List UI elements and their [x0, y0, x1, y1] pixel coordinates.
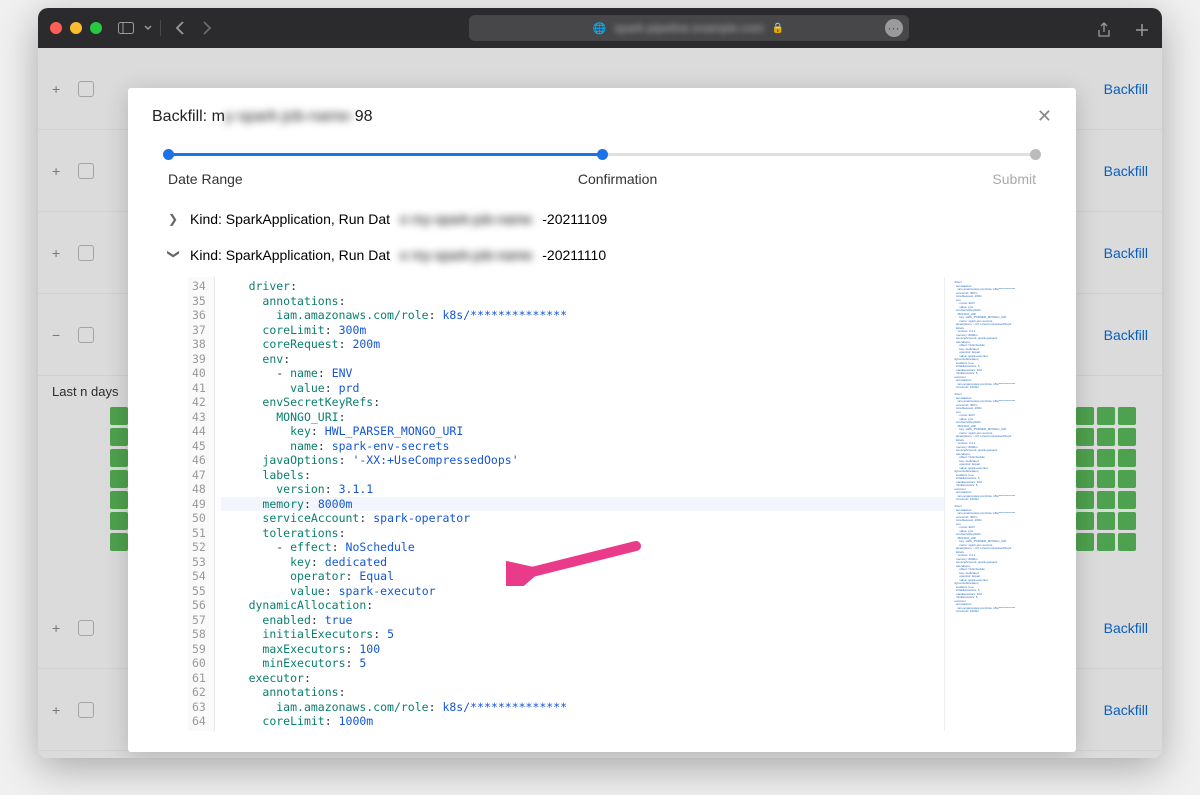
sidebar-icon[interactable]: [114, 16, 138, 40]
new-tab-icon[interactable]: [1130, 18, 1154, 42]
chevron-down-icon: ❯: [167, 249, 181, 261]
modal-title: Backfill: my-spark-job-name-98: [152, 108, 373, 126]
globe-icon: 🌐: [593, 22, 607, 35]
share-icon[interactable]: [1092, 18, 1116, 42]
step-label-1: Date Range: [168, 171, 243, 187]
code-content[interactable]: driver: annotations: iam.amazonaws.com/r…: [215, 277, 944, 731]
step-labels: Date Range Confirmation Submit: [168, 171, 1036, 187]
step-dot-1[interactable]: [163, 149, 174, 160]
run-row-collapsed[interactable]: ❯ Kind: SparkApplication, Run Date my-sp…: [128, 201, 1076, 237]
line-gutter: 3435363738394041424344454647484950515253…: [188, 277, 215, 731]
traffic-lights: [50, 22, 102, 34]
window-minimize[interactable]: [70, 22, 82, 34]
step-dot-3: [1030, 149, 1041, 160]
run-row-expanded[interactable]: ❯ Kind: SparkApplication, Run Date my-sp…: [128, 237, 1076, 273]
url-bar[interactable]: 🌐 spark-pipeline.example.com 🔒 ···: [469, 15, 909, 41]
browser-window: 🌐 spark-pipeline.example.com 🔒 ··· + Bac…: [38, 8, 1162, 758]
lock-icon: 🔒: [772, 23, 784, 34]
minimap[interactable]: driver annotations iam.amazonaws.com/rol…: [944, 277, 1036, 731]
yaml-editor[interactable]: 3435363738394041424344454647484950515253…: [188, 277, 1036, 731]
forward-button[interactable]: [195, 16, 219, 40]
url-text: spark-pipeline.example.com: [614, 21, 763, 35]
step-label-2: Confirmation: [578, 171, 657, 187]
close-button[interactable]: ✕: [1037, 106, 1052, 127]
more-icon[interactable]: ···: [885, 19, 903, 37]
chevron-down-icon[interactable]: [142, 16, 154, 40]
backfill-modal: Backfill: my-spark-job-name-98 ✕ Date Ra…: [128, 88, 1076, 752]
window-zoom[interactable]: [90, 22, 102, 34]
back-button[interactable]: [167, 16, 191, 40]
chevron-right-icon: ❯: [168, 212, 180, 226]
stepper: [168, 147, 1036, 167]
window-close[interactable]: [50, 22, 62, 34]
step-dot-2[interactable]: [597, 149, 608, 160]
titlebar: 🌐 spark-pipeline.example.com 🔒 ···: [38, 8, 1162, 48]
step-label-3: Submit: [992, 171, 1036, 187]
